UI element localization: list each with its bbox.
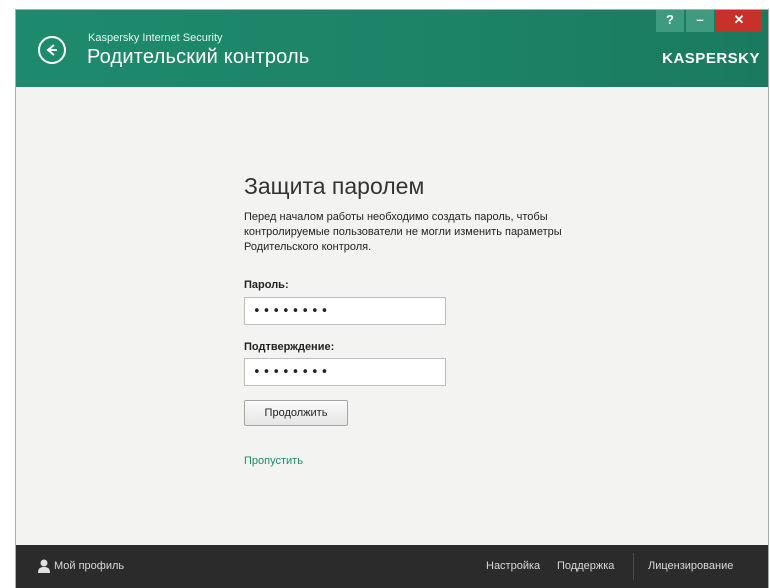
help-icon: ? [666, 12, 674, 27]
description-text: Перед началом работы необходимо создать … [244, 211, 562, 253]
confirm-masked-value: •••••••• [253, 365, 331, 380]
back-button[interactable] [38, 36, 66, 64]
password-field[interactable]: •••••••• [244, 297, 446, 325]
help-button[interactable]: ? [656, 10, 684, 32]
skip-link[interactable]: Пропустить [244, 455, 303, 467]
section-title: Родительский контроль [87, 46, 310, 68]
user-icon [38, 559, 50, 573]
close-button[interactable]: ✕ [716, 10, 762, 32]
confirm-label: Подтверждение: [244, 341, 335, 353]
settings-link[interactable]: Настройка [486, 545, 540, 588]
confirm-password-field[interactable]: •••••••• [244, 358, 446, 386]
password-label: Пароль: [244, 279, 289, 291]
page-title: Защита паролем [244, 173, 425, 199]
main-content: Защита паролем Перед началом работы необ… [16, 87, 768, 545]
app-window: Kaspersky Internet Security Родительский… [16, 10, 768, 588]
minimize-icon: – [696, 12, 704, 27]
password-masked-value: •••••••• [253, 304, 331, 319]
back-arrow-icon [46, 44, 57, 56]
my-profile-label: Мой профиль [54, 560, 125, 572]
footer-bar: Мой профиль Настройка Поддержка Лицензир… [16, 545, 768, 588]
kaspersky-logo: KASPERSKY [662, 50, 760, 67]
minimize-button[interactable]: – [686, 10, 714, 32]
close-icon: ✕ [733, 12, 745, 27]
continue-button[interactable]: Продолжить [244, 400, 348, 426]
licensing-link[interactable]: Лицензирование [648, 545, 733, 588]
footer-divider [633, 553, 634, 580]
header-bar: Kaspersky Internet Security Родительский… [16, 10, 768, 87]
my-profile-link[interactable]: Мой профиль [38, 545, 124, 588]
support-link[interactable]: Поддержка [557, 545, 614, 588]
product-name: Kaspersky Internet Security [88, 32, 223, 44]
